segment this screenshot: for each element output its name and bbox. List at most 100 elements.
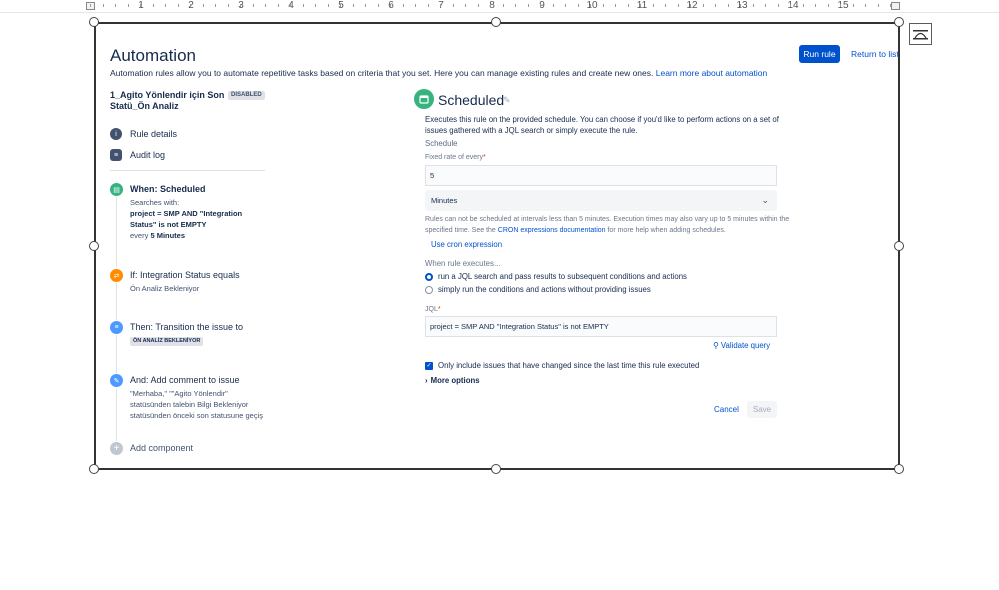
detail-intro-line1: Executes this rule on the provided sched… [425,115,779,124]
fixed-rate-input[interactable]: 5 [425,165,777,186]
ruler-tick [815,4,816,7]
ruler-number: 10 [586,0,598,11]
ruler-tick [402,4,404,7]
ruler-number: 8 [489,0,495,11]
run-rule-button[interactable]: Run rule [799,45,840,63]
radio-simply-run[interactable]: simply run the conditions and actions wi… [425,285,651,294]
ruler-tick [115,4,116,7]
resize-handle-left[interactable] [89,241,99,251]
ruler-tick [677,4,679,7]
ruler-number: 3 [238,0,244,11]
add-icon: + [110,442,123,455]
validate-query-link[interactable]: ⚲ Validate query [713,340,770,351]
resize-handle-top-left[interactable] [89,17,99,27]
rule-name: 1_Agito Yönlendir için Son Statü_Ön Anal… [110,90,225,112]
jql-input[interactable]: project = SMP AND "Integration Status" i… [425,316,777,337]
ruler-tick [665,4,666,7]
ruler: 1 2 3 4 5 6 7 8 9 10 11 12 13 14 15 [0,0,999,13]
trigger-every-prefix: every [130,231,151,240]
ruler-tick [852,4,854,7]
ruler-number: 9 [539,0,545,11]
cron-docs-link[interactable]: CRON expressions documentation [498,227,606,234]
more-options-label: More options [430,376,480,385]
only-include-label: Only include issues that have changed si… [438,361,700,370]
radio-button[interactable] [425,285,433,294]
layout-options-button[interactable] [909,23,932,45]
comment-line3: statüsünden önceki son statusune geçiş [130,411,264,420]
ruler-tick [302,4,304,7]
ruler-tick [102,4,104,7]
radio-jql-label: run a JQL search and pass results to sub… [438,272,687,281]
resize-handle-right[interactable] [894,241,904,251]
radio-jql-search[interactable]: run a JQL search and pass results to sub… [425,272,687,281]
resize-handle-top-right[interactable] [894,17,904,27]
ruler-number: 4 [288,0,294,11]
ruler-tick [865,4,866,7]
trigger-jql-part2: Status" is not EMPTY [130,220,207,229]
chevron-down-icon: ⌄ [761,195,769,205]
comment-line2: statüsünden talebin Bilgi Bekleniyor [130,400,249,409]
ruler-tick [377,4,379,7]
resize-handle-bottom[interactable] [491,464,501,474]
add-component-label: Add component [130,443,194,453]
status-lozenge: ÖN ANALİZ BEKLENİYOR [130,337,204,346]
ruler-number: 13 [736,0,748,11]
jql-label: JQL* [425,306,441,313]
resize-handle-top[interactable] [491,17,501,27]
checkbox-checked[interactable]: ✓ [425,361,433,370]
action-transition-title: Then: Transition the issue to [130,322,244,332]
resize-handle-bottom-right[interactable] [894,464,904,474]
right-indent-marker[interactable] [891,2,900,10]
ruler-tick [90,4,91,7]
ruler-tick [490,4,491,7]
ruler-tick [427,4,429,7]
action-comment-component[interactable]: ✎ And: Add comment to issue "Merhaba," "… [110,374,270,422]
note-line1: Rules can not be scheduled at intervals … [425,216,790,223]
return-to-list-link[interactable]: Return to list [851,49,899,59]
ruler-tick [277,4,279,7]
search-icon: ⚲ [713,341,719,350]
nav-audit-log-label: Audit log [130,150,166,160]
ruler-tick [465,4,466,7]
status-badge: DISABLED [228,91,265,100]
edit-pencil-icon[interactable]: ✎ [503,95,511,106]
rule-name-line2: Statü_Ön Analiz [110,101,179,111]
cancel-button[interactable]: Cancel [714,405,739,414]
ruler-tick [652,4,654,7]
ruler-tick [315,4,316,7]
ruler-tick [765,4,766,7]
trigger-interval: 5 Minutes [150,231,186,240]
required-mark: * [482,154,486,161]
info-icon: i [110,128,122,140]
ruler-tick [177,4,179,7]
unit-select[interactable]: Minutes ⌄ [425,190,777,211]
ruler-tick [627,4,629,7]
save-button[interactable]: Save [747,401,777,418]
ruler-tick [552,4,554,7]
only-include-checkbox-row[interactable]: ✓ Only include issues that have changed … [425,361,699,370]
action-transition-component[interactable]: ≡ Then: Transition the issue to ÖN ANALİ… [110,321,270,349]
ruler-number: 1 [138,0,144,11]
nav-rule-details[interactable]: i Rule details [110,128,177,140]
ruler-tick [740,4,741,7]
trigger-line2: project = SMP AND "Integration [130,208,242,219]
ruler-tick [802,4,804,7]
add-component-button[interactable]: + Add component [110,442,270,456]
radio-button-selected[interactable] [425,272,433,281]
ruler-number: 15 [837,0,849,11]
ruler-tick [590,4,591,7]
trigger-component[interactable]: ▤ When: Scheduled Searches with: project… [110,183,270,243]
ruler-tick [790,4,791,7]
learn-more-link[interactable]: Learn more about automation [656,68,768,78]
ruler-number: 2 [188,0,194,11]
trigger-title: When: Scheduled [130,184,206,194]
schedule-label: Schedule [425,139,458,148]
ruler-tick [477,4,479,7]
ruler-tick [502,4,504,7]
use-cron-link[interactable]: Use cron expression [431,239,502,250]
condition-component[interactable]: ⇄ If: Integration Status equals Ön Anali… [110,269,270,295]
nav-audit-log[interactable]: ≡ Audit log [110,149,165,161]
resize-handle-bottom-left[interactable] [89,464,99,474]
more-options-toggle[interactable]: › More options [425,376,480,385]
jql-value: project = SMP AND "Integration Status" i… [430,322,609,331]
